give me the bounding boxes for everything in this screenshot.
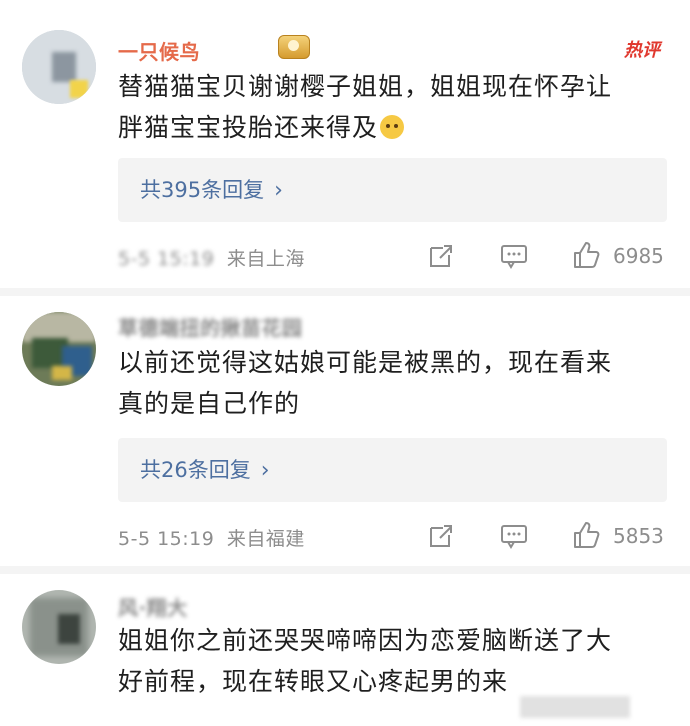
username[interactable]: 草德端扭的揪苗花园 (118, 312, 303, 341)
thumbs-up-icon[interactable] (572, 520, 602, 550)
comment-text: 以前还觉得这姑娘可能是被黑的，现在看来 真的是自己作的 (118, 342, 670, 424)
replies-label: 共395条回复 › (140, 158, 283, 223)
thumbs-up-icon[interactable] (572, 240, 602, 270)
timestamp: 5-5 15:19 (118, 528, 215, 550)
comment-text-line: 姐姐你之前还哭哭啼啼因为恋爱脑断送了大 (118, 626, 613, 655)
replies-label: 共26条回复 › (140, 438, 270, 503)
comment-text-line: 胖猫宝宝投胎还来得及 (118, 107, 670, 148)
divider (0, 566, 690, 574)
like-count: 6985 (613, 244, 664, 268)
timestamp: 5-5 15:19 (118, 248, 215, 270)
comment-text-line: 真的是自己作的 (118, 389, 301, 418)
location: 来自福建 (226, 528, 305, 550)
comment-item: 风·翔大 姐姐你之前还哭哭啼啼因为恋爱脑断送了大 好前程，现在转眼又心疼起男的来 (0, 574, 690, 726)
share-icon[interactable] (428, 243, 454, 269)
watermark (520, 696, 630, 718)
replies-button[interactable]: 共395条回复 › (118, 158, 667, 222)
comment-item: 一只候鸟 热评 替猫猫宝贝谢谢樱子姐姐，姐姐现在怀孕让 胖猫宝宝投胎还来得及 共… (0, 0, 690, 290)
username[interactable]: 一只候鸟 (118, 36, 200, 65)
like-count: 5853 (613, 524, 664, 548)
avatar[interactable] (22, 312, 96, 386)
chevron-right-icon: › (274, 178, 283, 203)
comment-meta: 5-5 15:19 来自福建 (118, 524, 305, 551)
comment-text: 姐姐你之前还哭哭啼啼因为恋爱脑断送了大 好前程，现在转眼又心疼起男的来 (118, 620, 670, 702)
location: 来自上海 (226, 248, 305, 270)
fan-badge-icon (278, 35, 310, 59)
comment-text-span: 胖猫宝宝投胎还来得及 (118, 113, 379, 142)
replies-count: 共26条回复 (140, 458, 251, 482)
hot-comment-label: 热评 (624, 40, 660, 61)
avatar[interactable] (22, 30, 96, 104)
comment-text-line: 以前还觉得这姑娘可能是被黑的，现在看来 (118, 348, 613, 377)
comment-text: 替猫猫宝贝谢谢樱子姐姐，姐姐现在怀孕让 胖猫宝宝投胎还来得及 (118, 66, 670, 148)
replies-button[interactable]: 共26条回复 › (118, 438, 667, 502)
comment-text-line: 替猫猫宝贝谢谢樱子姐姐，姐姐现在怀孕让 (118, 72, 613, 101)
divider (0, 288, 690, 296)
comment-icon[interactable] (500, 243, 528, 269)
replies-count: 共395条回复 (140, 178, 265, 202)
comment-meta: 5-5 15:19 来自上海 (118, 244, 305, 271)
comment-item: 草德端扭的揪苗花园 以前还觉得这姑娘可能是被黑的，现在看来 真的是自己作的 共2… (0, 296, 690, 568)
chevron-right-icon: › (260, 458, 270, 483)
comment-icon[interactable] (500, 523, 528, 549)
username[interactable]: 风·翔大 (118, 592, 188, 621)
hugging-emoji-icon (380, 115, 405, 139)
avatar[interactable] (22, 590, 96, 664)
share-icon[interactable] (428, 523, 454, 549)
